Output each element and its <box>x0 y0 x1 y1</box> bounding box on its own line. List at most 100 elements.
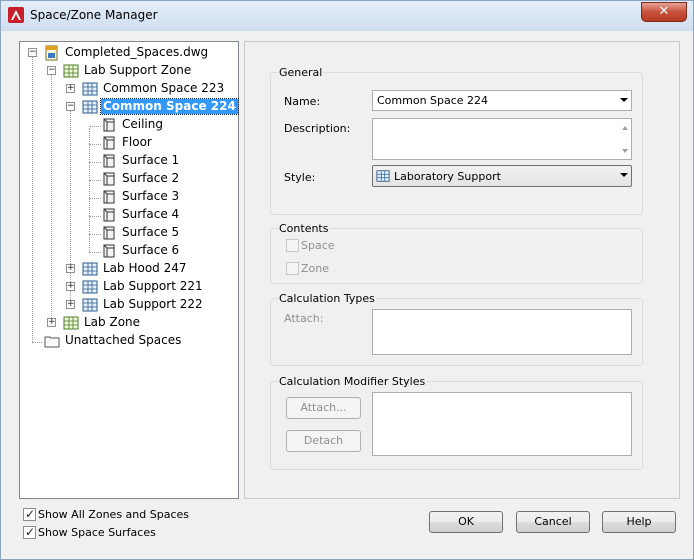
expand-icon[interactable]: + <box>66 84 75 93</box>
tree-node-lab-support-221[interactable]: + Lab Support 221 <box>20 278 238 296</box>
surface-icon <box>103 136 115 150</box>
tree-node-surface-2[interactable]: Surface 2 <box>20 170 238 188</box>
space-icon <box>82 280 98 294</box>
tree-node-common-space-223[interactable]: + Common Space 223 <box>20 80 238 98</box>
tree-node-lab-support-zone[interactable]: − Lab Support Zone <box>20 62 238 80</box>
space-checkbox[interactable] <box>286 239 299 252</box>
name-field[interactable]: Common Space 224 <box>372 90 632 111</box>
expand-icon[interactable]: + <box>66 282 75 291</box>
collapse-icon[interactable]: − <box>28 48 37 57</box>
zone-icon <box>63 64 79 78</box>
drawing-file-icon <box>45 45 58 61</box>
collapse-icon[interactable]: − <box>66 102 75 111</box>
checkmark-icon: ✓ <box>25 525 36 539</box>
tree-label-lab-zone: Lab Zone <box>84 315 141 329</box>
tree-label-unattached-spaces: Unattached Spaces <box>65 333 182 347</box>
tree-node-root[interactable]: − Completed_Spaces.dwg <box>20 44 238 62</box>
surface-icon <box>103 226 115 240</box>
title-bar: Space/Zone Manager ✕ <box>1 1 693 31</box>
tree-label-surface-3: Surface 3 <box>122 189 180 203</box>
name-field-value: Common Space 224 <box>377 94 489 107</box>
style-select[interactable]: Laboratory Support <box>372 165 632 187</box>
space-icon <box>82 298 98 312</box>
zone-checkbox[interactable] <box>286 262 299 275</box>
tree-label-lab-hood-247: Lab Hood 247 <box>103 261 187 275</box>
tree-node-surface-5[interactable]: Surface 5 <box>20 224 238 242</box>
surface-icon <box>103 190 115 204</box>
expand-icon[interactable]: + <box>66 264 75 273</box>
zone-checkbox-label: Zone <box>301 262 330 275</box>
tree-label-surface-1: Surface 1 <box>122 153 180 167</box>
autocad-app-icon <box>8 7 24 23</box>
tree-label-lab-support-222: Lab Support 222 <box>103 297 203 311</box>
calculation-attach-label: Attach: <box>284 312 324 325</box>
tree-label-lab-support-zone: Lab Support Zone <box>84 63 192 77</box>
show-all-zones-label: Show All Zones and Spaces <box>38 508 189 521</box>
style-label: Style: <box>284 171 316 184</box>
tree-node-unattached-spaces[interactable]: Unattached Spaces <box>20 332 238 350</box>
tree-node-surface-3[interactable]: Surface 3 <box>20 188 238 206</box>
tree-label-surface-4: Surface 4 <box>122 207 180 221</box>
tree-label-surface-5: Surface 5 <box>122 225 180 239</box>
window-title: Space/Zone Manager <box>30 8 158 22</box>
description-label: Description: <box>284 122 351 135</box>
tree-label-common-space-224: Common Space 224 <box>100 98 239 115</box>
tree-label-root: Completed_Spaces.dwg <box>65 45 209 59</box>
close-icon: ✕ <box>658 4 670 19</box>
properties-panel: General Name: Common Space 224 Descripti… <box>244 41 680 499</box>
checkmark-icon: ✓ <box>25 507 36 521</box>
tree-label-ceiling: Ceiling <box>122 117 163 131</box>
folder-icon <box>44 336 60 348</box>
cancel-button[interactable]: Cancel <box>516 511 590 533</box>
description-field[interactable] <box>372 118 632 160</box>
detach-modifier-button[interactable]: Detach <box>286 430 361 452</box>
close-button[interactable]: ✕ <box>641 2 687 22</box>
tree-label-lab-support-221: Lab Support 221 <box>103 279 203 293</box>
tree-node-common-space-224[interactable]: − Common Space 224 <box>20 98 239 116</box>
show-all-zones-checkbox[interactable]: ✓ <box>23 507 36 521</box>
tree-label-common-space-223: Common Space 223 <box>103 81 225 95</box>
surface-icon <box>103 118 115 132</box>
tree-node-surface-4[interactable]: Surface 4 <box>20 206 238 224</box>
show-space-surfaces-label: Show Space Surfaces <box>38 526 156 539</box>
tree-node-lab-support-222[interactable]: + Lab Support 222 <box>20 296 238 314</box>
tree-node-floor[interactable]: Floor <box>20 134 238 152</box>
contents-group <box>270 228 643 284</box>
expand-icon[interactable]: + <box>47 318 56 327</box>
scroll-down-icon[interactable] <box>622 149 628 153</box>
space-icon <box>82 82 98 96</box>
tree-node-ceiling[interactable]: Ceiling <box>20 116 238 134</box>
general-group-title: General <box>278 66 324 79</box>
zone-icon <box>63 316 79 330</box>
show-space-surfaces-checkbox[interactable]: ✓ <box>23 525 36 539</box>
ok-button[interactable]: OK <box>429 511 503 533</box>
calculation-types-list[interactable] <box>372 309 632 355</box>
collapse-icon[interactable]: − <box>47 66 56 75</box>
attach-modifier-button[interactable]: Attach... <box>286 397 361 419</box>
calculation-types-title: Calculation Types <box>278 292 376 305</box>
tree-node-surface-6[interactable]: Surface 6 <box>20 242 238 260</box>
tree-node-lab-hood-247[interactable]: + Lab Hood 247 <box>20 260 238 278</box>
style-select-value: Laboratory Support <box>394 170 501 183</box>
help-button[interactable]: Help <box>602 511 676 533</box>
tree-label-surface-6: Surface 6 <box>122 243 180 257</box>
surface-icon <box>103 208 115 222</box>
tree-node-surface-1[interactable]: Surface 1 <box>20 152 238 170</box>
surface-icon <box>103 172 115 186</box>
surface-icon <box>103 154 115 168</box>
space-zone-manager-window: Space/Zone Manager ✕ − Completed_Spaces. <box>0 0 694 560</box>
calculation-modifier-styles-list[interactable] <box>372 392 632 456</box>
calculation-modifier-styles-title: Calculation Modifier Styles <box>278 375 427 388</box>
space-zone-tree[interactable]: − Completed_Spaces.dwg − Lab Support Zon… <box>19 41 239 499</box>
tree-label-surface-2: Surface 2 <box>122 171 180 185</box>
style-icon <box>376 170 390 182</box>
chevron-down-icon[interactable] <box>620 98 628 102</box>
space-checkbox-label: Space <box>301 239 335 252</box>
chevron-down-icon[interactable] <box>620 173 628 177</box>
contents-group-title: Contents <box>278 222 330 235</box>
tree-node-lab-zone[interactable]: + Lab Zone <box>20 314 238 332</box>
tree-label-floor: Floor <box>122 135 152 149</box>
expand-icon[interactable]: + <box>66 300 75 309</box>
space-icon <box>82 100 98 114</box>
scroll-up-icon[interactable] <box>622 126 628 130</box>
